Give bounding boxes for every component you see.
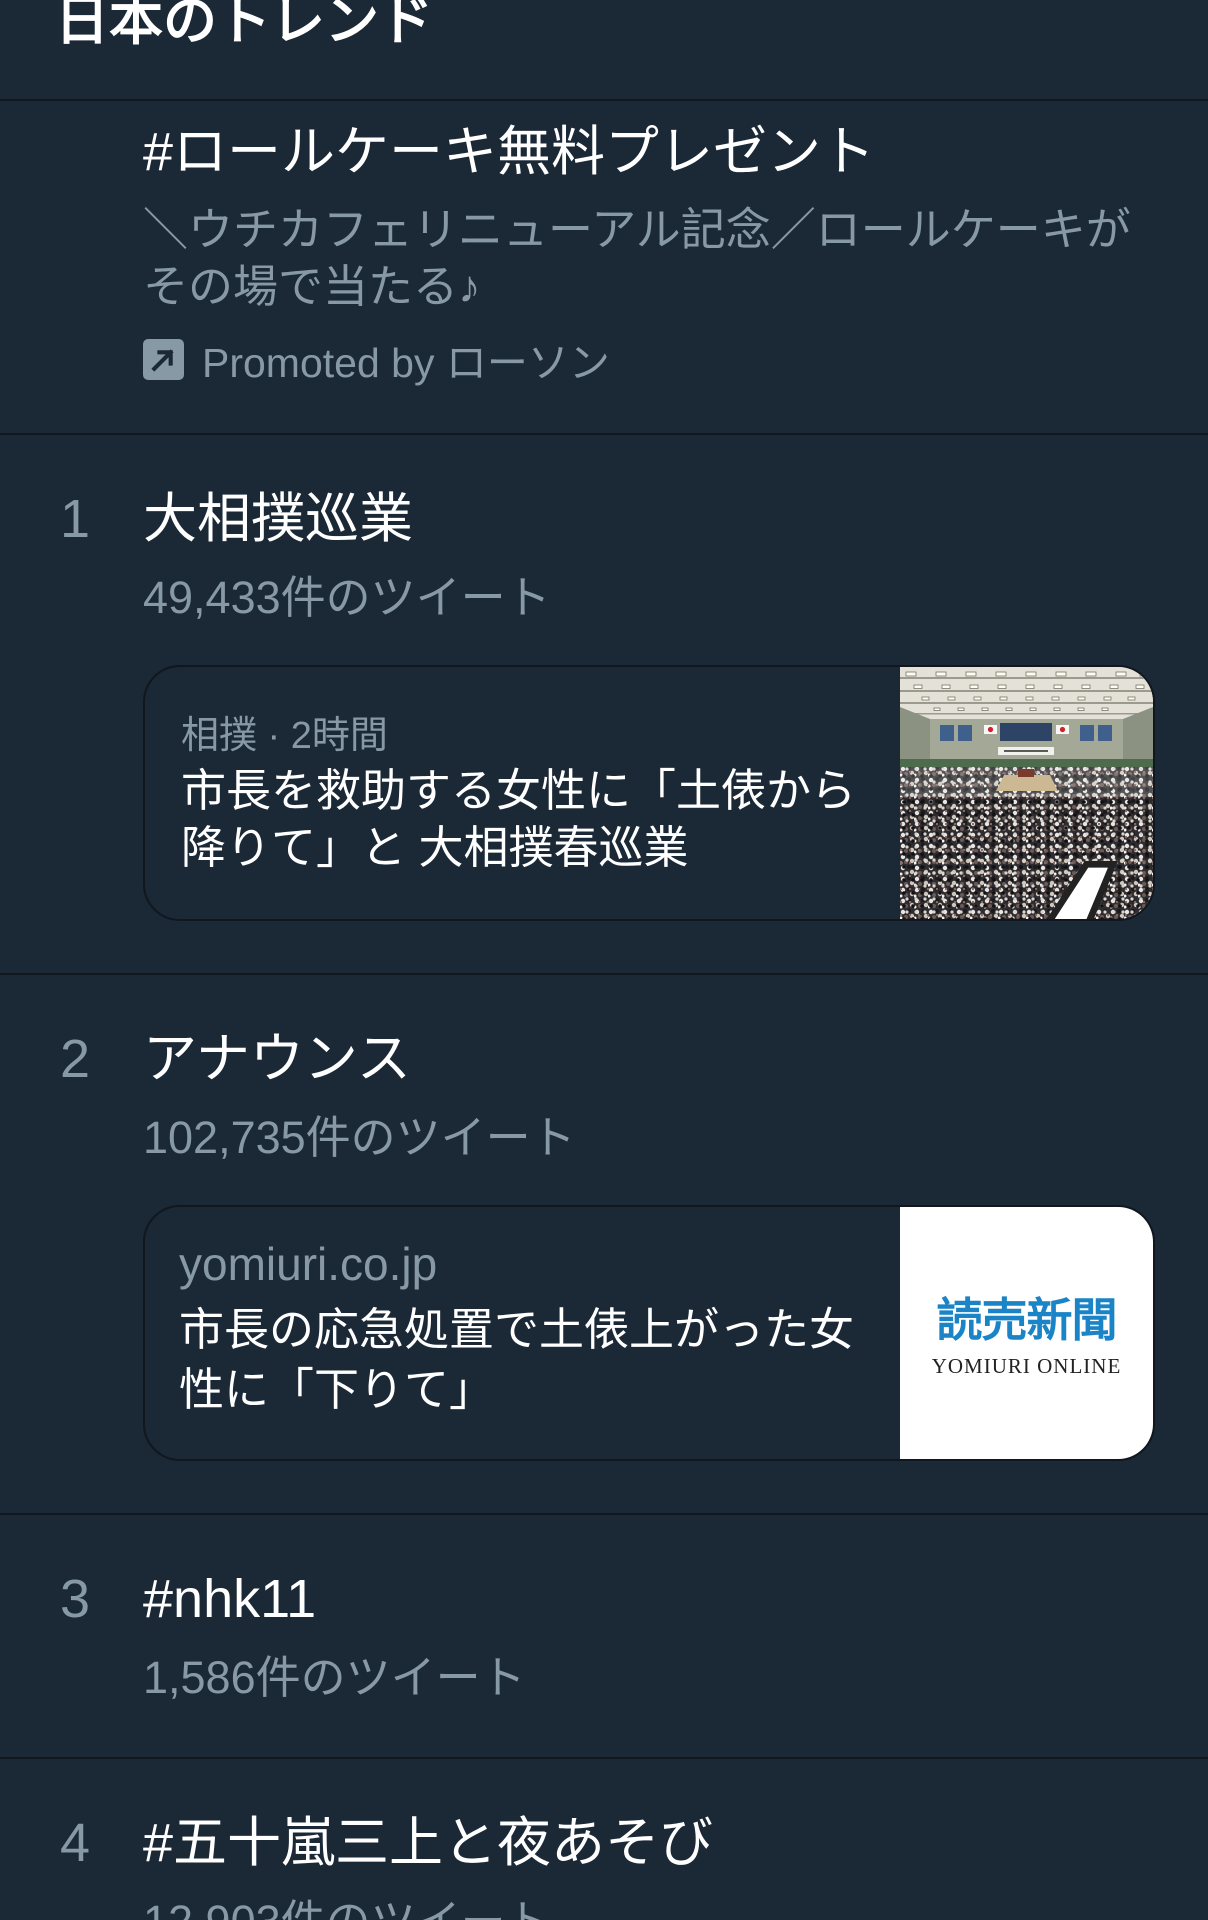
logo-text-en: YOMIURI ONLINE [931,1354,1122,1378]
trend-rank: 2 [59,1029,91,1089]
card-headline-line: 市長の応急処置で土俵上がった女 [179,1304,855,1355]
page-title: 日本のトレンド [55,0,433,51]
trend-item-4[interactable]: 4 #五十嵐三上と夜あそび 12,903件のツイート [0,1759,1208,1920]
trend-rank: 1 [59,489,91,549]
card-headline-line: 市長を救助する女性に「土俵から [181,765,857,816]
logo-text-jp: 読売新聞 [936,1294,1118,1346]
trend-tweet-count: 49,433件のツイート [143,572,551,623]
card-headline: 市長の応急処置で土俵上がった女 性に「下りて」 [179,1300,854,1420]
trend-name: #nhk11 [143,1569,317,1629]
trend-name: 大相撲巡業 [143,489,413,549]
lightning-icon [1046,860,1118,919]
news-card[interactable]: 相撲 · 2時間 市長を救助する女性に「土俵から 降りて」と 大相撲春巡業 [143,665,1155,921]
card-headline-line: 性に「下りて」 [179,1364,495,1415]
trend-tweet-count: 102,735件のツイート [143,1112,576,1163]
trend-rank: 3 [59,1569,91,1629]
trend-rank: 4 [59,1813,91,1873]
trends-header: 日本のトレンド [0,0,1208,101]
card-source-domain: yomiuri.co.jp [179,1238,438,1290]
card-thumbnail [900,667,1153,919]
promoted-trend-description: ＼ウチカフェリニューアル記念／ロールケーキが その場で当たる♪ [143,201,1131,315]
promoted-by-label: Promoted by ローソン [202,340,610,386]
yomiuri-online-logo: 読売新聞 YOMIURI ONLINE [900,1207,1153,1459]
promoted-by: Promoted by ローソン [143,334,610,386]
card-headline: 市長を救助する女性に「土俵から 降りて」と 大相撲春巡業 [181,762,856,876]
trend-item-3[interactable]: 3 #nhk11 1,586件のツイート [0,1515,1208,1759]
promoted-arrow-icon [143,338,184,380]
card-meta: 相撲 · 2時間 [181,715,388,757]
trend-tweet-count: 1,586件のツイート [143,1652,526,1703]
promoted-description-line: その場で当たる♪ [143,261,481,312]
promoted-trend-title: #ロールケーキ無料プレゼント [143,122,876,182]
trend-item-2[interactable]: 2 アナウンス 102,735件のツイート yomiuri.co.jp 市長の応… [0,975,1208,1515]
news-card[interactable]: yomiuri.co.jp 市長の応急処置で土俵上がった女 性に「下りて」 読売… [143,1205,1155,1461]
trend-name: #五十嵐三上と夜あそび [143,1813,714,1873]
promoted-description-line: ＼ウチカフェリニューアル記念／ロールケーキが [143,204,1131,255]
promoted-trend[interactable]: #ロールケーキ無料プレゼント ＼ウチカフェリニューアル記念／ロールケーキが その… [0,101,1208,435]
card-headline-line: 降りて」と 大相撲春巡業 [181,822,689,873]
trend-name: アナウンス [143,1029,411,1089]
trend-tweet-count: 12,903件のツイート [143,1893,551,1920]
trend-item-1[interactable]: 1 大相撲巡業 49,433件のツイート 相撲 · 2時間 市長を救助する女性に… [0,435,1208,975]
